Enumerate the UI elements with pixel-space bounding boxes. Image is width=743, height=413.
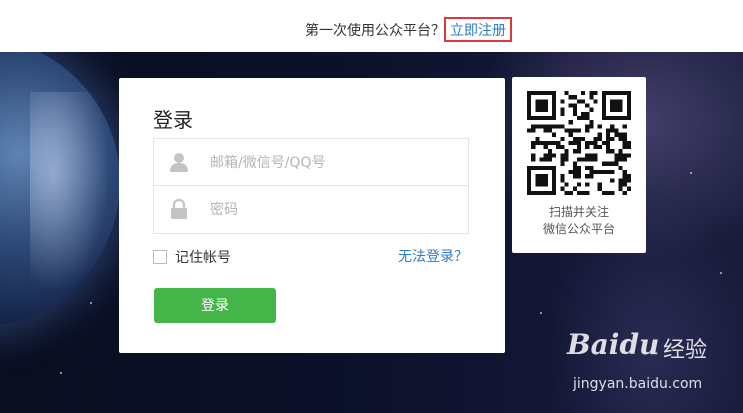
password-input[interactable]: [208, 196, 452, 224]
baidu-logo: Baidu: [567, 328, 660, 361]
star: [60, 372, 62, 374]
login-card: 登录 记住帐号 无法登录？ 登录: [119, 78, 505, 353]
star: [90, 302, 92, 304]
baidu-jingyan-watermark: Baidu 经验 jingyan.baidu.com: [567, 328, 717, 398]
planet-glow: [30, 92, 110, 292]
remember-account[interactable]: 记住帐号: [153, 248, 231, 266]
register-prompt: 第一次使用公众平台？: [305, 23, 445, 39]
lock-icon: [171, 199, 187, 219]
forgot-login-link[interactable]: 无法登录？: [398, 248, 468, 266]
star: [540, 312, 542, 314]
star: [690, 172, 692, 174]
register-link[interactable]: 立即注册: [444, 17, 512, 42]
jingyan-label: 经验: [663, 338, 708, 363]
remember-label: 记住帐号: [175, 250, 231, 266]
qr-caption-line1: 扫描并关注: [548, 205, 609, 219]
username-field[interactable]: [153, 138, 469, 186]
top-bar: 第一次使用公众平台？ 立即注册: [0, 0, 743, 52]
remember-checkbox[interactable]: [153, 250, 167, 264]
login-title: 登录: [153, 108, 193, 132]
qr-caption-line2: 微信公众平台: [542, 222, 615, 236]
password-field[interactable]: [153, 186, 469, 234]
user-icon: [170, 153, 188, 172]
star: [720, 272, 722, 274]
username-input[interactable]: [208, 149, 452, 177]
qr-code: [527, 91, 631, 195]
qr-card: 扫描并关注 微信公众平台: [512, 77, 646, 253]
watermark-url: jingyan.baidu.com: [573, 376, 703, 392]
login-button[interactable]: 登录: [154, 288, 276, 323]
